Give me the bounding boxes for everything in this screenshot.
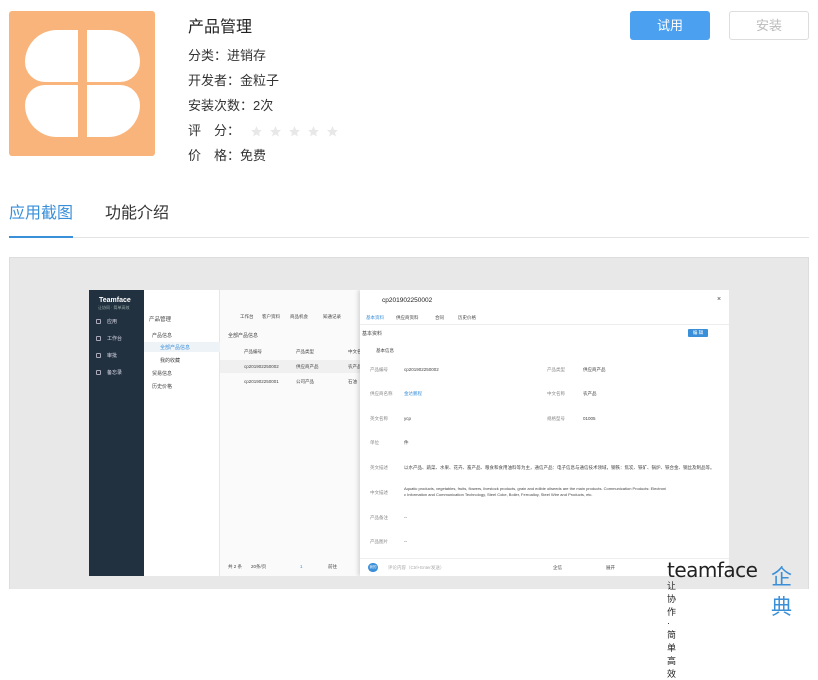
shot-side-title: 产品管理 [149,317,172,323]
shot-logo-subtitle: 让协同 · 简单高效 [98,305,130,310]
rating-row: 评 分： [188,120,339,139]
price-label: 价 格： [188,148,241,163]
memo-icon [96,370,101,376]
tab-features[interactable]: 功能介绍 [105,203,169,225]
installs-value: 2次 [253,98,274,113]
table-row: cp201902250002 [244,364,279,369]
shot-nav-item: 审批 [96,352,117,359]
category-value: 进销存 [227,48,267,63]
rating-stars [250,125,339,138]
table-row: cp201902250001 [244,379,279,384]
category-row: 分类：进销存 [188,45,266,64]
shot-edit-button: 编 辑 [688,329,708,337]
app-title: 产品管理 [188,19,253,36]
install-button[interactable]: 安装 [729,11,809,40]
rating-label: 评 分： [188,123,241,138]
app-icon [9,11,155,156]
installs-row: 安装次数：2次 [188,95,273,114]
developer-value: 金粒子 [240,73,280,88]
shot-side-item: 全部产品信息 [160,345,191,351]
watermark-tagline: 让协作·简单高效 [667,581,678,679]
developer-row: 开发者：金粒子 [188,70,279,89]
shot-nav-item: 应用 [96,318,117,325]
watermark-brand-en: teamface [667,558,758,582]
star-icon [250,126,262,137]
try-button[interactable]: 试用 [630,11,710,40]
shot-comment-input: 评论内容（Ctrl+Enter发送） [388,565,445,570]
price-row: 价 格：免费 [188,145,266,164]
star-icon [269,126,281,137]
price-value: 免费 [240,148,267,163]
shot-side-item: 我的收藏 [160,358,181,364]
installs-label: 安装次数： [188,98,254,113]
shot-nav-item: 备忘录 [96,369,122,376]
shot-side-item: 产品信息 [152,333,173,339]
shot-side-item: 贸易信息 [152,371,173,377]
screenshot-image[interactable]: Teamface 让协同 · 简单高效 应用 工作台 审批 备忘录 产品管理 产… [89,290,729,576]
shot-table: 工作台 客户资料 商品机会 知通记录 全部产品信息 产品编号 产品类型 中文名 … [220,290,362,576]
grid-icon [96,319,101,325]
approval-icon [96,353,101,359]
watermark-brand-cn: 企典 [771,566,792,619]
shot-detail-title: cp201902250002 [382,297,433,304]
star-icon [288,126,300,137]
star-icon [307,126,319,137]
star-icon [326,126,338,137]
category-label: 分类： [188,48,228,63]
four-petal-logo-icon [25,30,140,137]
developer-label: 开发者： [188,73,241,88]
detail-tabs: 应用截图 功能介绍 [9,203,809,238]
shot-nav-item: 工作台 [96,335,122,342]
shot-nav: Teamface 让协同 · 简单高效 应用 工作台 审批 备忘录 [89,290,144,576]
shot-detail-panel: cp201902250002 × 基本资料 供应商资料 合同 历史价格 基本资料… [360,290,729,576]
close-icon: × [717,296,722,303]
tab-screenshots[interactable]: 应用截图 [9,203,73,238]
shot-side-item: 历史价格 [152,384,173,390]
desk-icon [96,336,101,342]
shot-side-menu: 产品管理 产品信息 全部产品信息 我的收藏 贸易信息 历史价格 [144,290,220,576]
avatar: 我的 [368,563,378,572]
shot-logo: Teamface [99,297,131,304]
